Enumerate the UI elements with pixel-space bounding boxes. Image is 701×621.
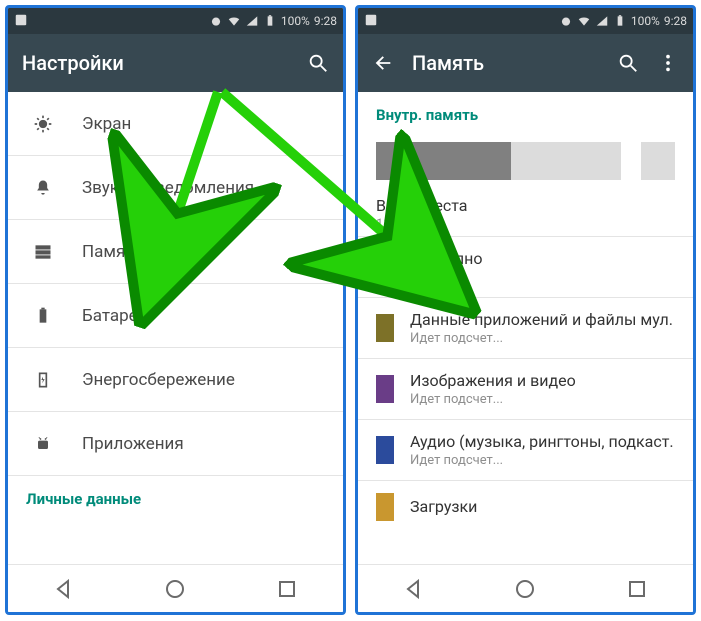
row-label: Доступно [410, 249, 482, 268]
nav-recent[interactable] [625, 577, 649, 601]
bell-icon [26, 178, 60, 198]
wifi-icon [227, 14, 241, 28]
swatch [376, 253, 394, 281]
settings-item-label: Энергосбережение [82, 370, 235, 390]
row-sub: 6,63 ГБ [410, 270, 482, 285]
nav-bar [8, 564, 343, 612]
power-icon [26, 370, 60, 390]
nav-bar [358, 564, 693, 612]
storage-bar [358, 132, 693, 192]
wifi-icon [577, 14, 591, 28]
more-icon[interactable] [657, 52, 679, 74]
total-label: Всего места [376, 196, 675, 215]
nav-back[interactable] [52, 577, 76, 601]
clock: 9:28 [664, 14, 687, 28]
storage-row-available[interactable]: Доступно 6,63 ГБ [358, 236, 693, 297]
battery-icon [26, 306, 60, 326]
status-bar: 100% 9:28 [8, 8, 343, 34]
search-icon[interactable] [617, 52, 639, 74]
storage-row-downloads[interactable]: Загрузки [358, 480, 693, 533]
page-title: Память [412, 51, 599, 75]
battery-pct: 100% [281, 14, 310, 28]
storage-icon [26, 242, 60, 262]
alarm-icon [559, 14, 573, 28]
settings-item-apps[interactable]: Приложения [8, 412, 343, 476]
settings-item-power[interactable]: Энергосбережение [8, 348, 343, 412]
nav-recent[interactable] [275, 577, 299, 601]
clock: 9:28 [314, 14, 337, 28]
status-bar: 100% 9:28 [358, 8, 693, 34]
row-label: Данные приложений и файлы мул. [410, 310, 673, 329]
battery-icon [263, 14, 277, 28]
battery-icon [613, 14, 627, 28]
total-value: 11,99 ГБ [376, 217, 675, 232]
phone-settings: 100% 9:28 Настройки Экран Звуки и уведом… [5, 5, 346, 615]
page-title: Настройки [22, 51, 289, 75]
settings-item-sound[interactable]: Звуки и уведомления [8, 156, 343, 220]
signal-icon [595, 14, 609, 28]
section-internal: Внутр. память [358, 92, 693, 132]
phone-storage: 100% 9:28 Память Внутр. память Всего мес… [355, 5, 696, 615]
settings-item-battery[interactable]: Батарея [8, 284, 343, 348]
settings-item-storage[interactable]: Память [8, 220, 343, 284]
row-label: Аудио (музыка, рингтоны, подкаст. [410, 432, 674, 451]
search-icon[interactable] [307, 52, 329, 74]
swatch [376, 375, 394, 403]
storage-row-images[interactable]: Изображения и видео Идет подсчет... [358, 358, 693, 419]
row-sub: Идет подсчет... [410, 392, 576, 407]
display-icon [26, 114, 60, 134]
battery-pct: 100% [631, 14, 660, 28]
nav-back[interactable] [402, 577, 426, 601]
alarm-icon [209, 14, 223, 28]
settings-item-display[interactable]: Экран [8, 92, 343, 156]
storage-row-audio[interactable]: Аудио (музыка, рингтоны, подкаст. Идет п… [358, 419, 693, 480]
row-sub: Идет подсчет... [410, 331, 673, 346]
signal-icon [245, 14, 259, 28]
android-icon [26, 434, 60, 454]
row-label: Загрузки [410, 497, 477, 516]
swatch [376, 314, 394, 342]
settings-item-label: Батарея [82, 306, 147, 326]
settings-item-label: Память [82, 242, 143, 262]
settings-item-label: Приложения [82, 434, 184, 454]
section-personal: Личные данные [8, 476, 343, 516]
settings-item-label: Звуки и уведомления [82, 178, 254, 198]
header: Память [358, 34, 693, 92]
header: Настройки [8, 34, 343, 92]
swatch [376, 493, 394, 521]
row-sub: Идет подсчет... [410, 453, 674, 468]
screenshot-icon [14, 13, 28, 27]
storage-row-apps[interactable]: Данные приложений и файлы мул. Идет подс… [358, 297, 693, 358]
storage-total: Всего места 11,99 ГБ [358, 192, 693, 236]
nav-home[interactable] [163, 577, 187, 601]
screenshot-icon [364, 13, 378, 27]
settings-item-label: Экран [82, 114, 131, 134]
swatch [376, 436, 394, 464]
back-icon[interactable] [372, 52, 394, 74]
row-label: Изображения и видео [410, 371, 576, 390]
nav-home[interactable] [513, 577, 537, 601]
settings-list: Экран Звуки и уведомления Память Батарея… [8, 92, 343, 516]
